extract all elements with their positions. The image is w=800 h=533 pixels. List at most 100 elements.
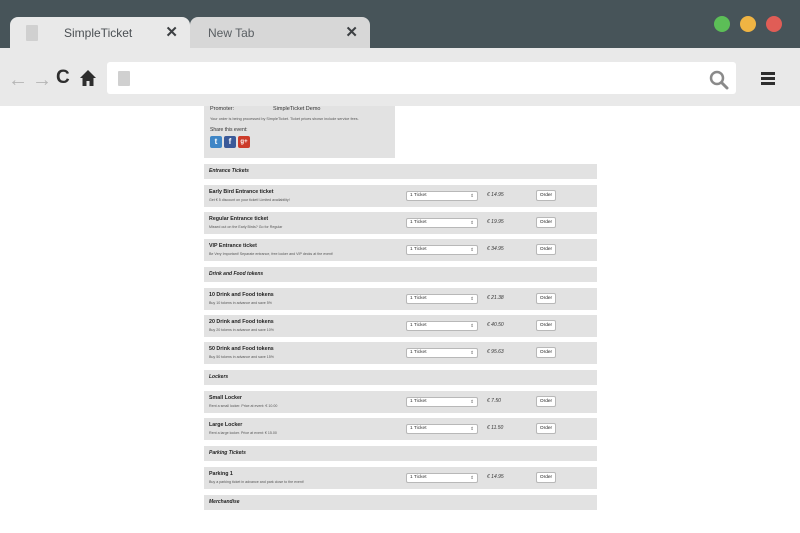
quantity-select[interactable]: 1 Ticket ⇕ (406, 245, 478, 255)
facebook-icon[interactable]: f (224, 136, 236, 148)
home-icon[interactable] (79, 69, 97, 87)
ticket-name: Large Locker (209, 422, 243, 428)
search-icon[interactable] (709, 70, 729, 90)
quantity-value: 1 Ticket (410, 350, 427, 355)
ticket-row: VIP Entrance ticket Be Very Important! Se… (204, 239, 597, 261)
ticket-description: Buy a parking ticket in advance and park… (209, 480, 304, 484)
quantity-select[interactable]: 1 Ticket ⇕ (406, 424, 478, 434)
ticket-price: € 19.95 (487, 219, 504, 225)
event-info-box: Promoter: SimpleTicket Demo Your order i… (204, 106, 395, 158)
select-arrows-icon: ⇕ (470, 426, 474, 431)
share-label: Share this event: (210, 127, 248, 133)
promoter-label: Promoter: (210, 106, 235, 112)
select-arrows-icon: ⇕ (470, 350, 474, 355)
quantity-value: 1 Ticket (410, 296, 427, 301)
quantity-select[interactable]: 1 Ticket ⇕ (406, 294, 478, 304)
quantity-value: 1 Ticket (410, 247, 427, 252)
document-icon (26, 25, 38, 41)
ticket-description: Rent a small locker. Price at event: € 1… (209, 404, 278, 408)
minimize-button[interactable] (740, 16, 756, 32)
order-button[interactable]: Order (536, 423, 556, 434)
tab-title: SimpleTicket (64, 26, 133, 40)
ticket-name: 50 Drink and Food tokens (209, 346, 274, 352)
quantity-select[interactable]: 1 Ticket ⇕ (406, 397, 478, 407)
quantity-value: 1 Ticket (410, 193, 427, 198)
quantity-value: 1 Ticket (410, 426, 427, 431)
ticket-price: € 21.38 (487, 295, 504, 301)
order-button[interactable]: Order (536, 244, 556, 255)
processing-note: Your order is being processed by SimpleT… (210, 117, 359, 121)
ticket-description: Buy 50 tokens in advance and save 15% (209, 355, 274, 359)
section-header: Entrance Tickets (204, 164, 597, 179)
tab-new-tab[interactable]: New Tab ✕ (190, 17, 370, 48)
tab-title: New Tab (208, 26, 255, 40)
section-header: Parking Tickets (204, 446, 597, 461)
ticket-description: Get € 5 discount on your ticket! Limited… (209, 198, 290, 202)
google-plus-icon[interactable]: g+ (238, 136, 250, 148)
ticket-row: Small Locker Rent a small locker. Price a… (204, 391, 597, 413)
ticket-price: € 7.50 (487, 398, 501, 404)
ticket-name: Small Locker (209, 395, 242, 401)
forward-button[interactable]: → (32, 70, 52, 90)
ticket-name: 10 Drink and Food tokens (209, 292, 274, 298)
address-bar[interactable] (107, 62, 736, 94)
ticket-price: € 11.50 (487, 425, 504, 431)
back-button[interactable]: ← (8, 70, 28, 90)
browser-window: SimpleTicket ✕ New Tab ✕ ← → C Promoter:… (0, 0, 800, 533)
twitter-icon[interactable]: t (210, 136, 222, 148)
order-button[interactable]: Order (536, 472, 556, 483)
select-arrows-icon: ⇕ (470, 399, 474, 404)
close-icon[interactable]: ✕ (345, 23, 358, 41)
order-button[interactable]: Order (536, 320, 556, 331)
ticket-row: 50 Drink and Food tokens Buy 50 tokens in… (204, 342, 597, 364)
quantity-select[interactable]: 1 Ticket ⇕ (406, 348, 478, 358)
close-icon[interactable]: ✕ (165, 23, 178, 41)
section-header: Merchandise (204, 495, 597, 510)
ticket-description: Missed out on the Early Birds? Go for Re… (209, 225, 283, 229)
close-window-button[interactable] (766, 16, 782, 32)
ticket-row: 10 Drink and Food tokens Buy 10 tokens in… (204, 288, 597, 310)
ticket-description: Buy 20 tokens in advance and save 10% (209, 328, 274, 332)
select-arrows-icon: ⇕ (470, 247, 474, 252)
ticket-name: Regular Entrance ticket (209, 216, 269, 222)
ticket-description: Rent a large locker. Price at event: € 1… (209, 431, 277, 435)
ticket-name: Parking 1 (209, 471, 233, 477)
ticket-row: Regular Entrance ticket Missed out on the… (204, 212, 597, 234)
order-button[interactable]: Order (536, 396, 556, 407)
reload-button[interactable]: C (56, 68, 70, 88)
quantity-value: 1 Ticket (410, 323, 427, 328)
page-content: Promoter: SimpleTicket Demo Your order i… (0, 106, 800, 533)
quantity-value: 1 Ticket (410, 399, 427, 404)
order-button[interactable]: Order (536, 190, 556, 201)
ticket-name: VIP Entrance ticket (209, 243, 257, 249)
ticket-price: € 40.50 (487, 322, 504, 328)
ticket-price: € 14.95 (487, 192, 504, 198)
quantity-value: 1 Ticket (410, 220, 427, 225)
tab-simpleticket[interactable]: SimpleTicket ✕ (10, 17, 190, 48)
order-button[interactable]: Order (536, 347, 556, 358)
menu-icon[interactable] (761, 72, 775, 85)
section-header: Lockers (204, 370, 597, 385)
ticket-row: Early Bird Entrance ticket Get € 5 discou… (204, 185, 597, 207)
select-arrows-icon: ⇕ (470, 323, 474, 328)
ticket-description: Buy 10 tokens in advance and save 5% (209, 301, 272, 305)
title-bar: SimpleTicket ✕ New Tab ✕ (0, 0, 800, 48)
maximize-button[interactable] (714, 16, 730, 32)
ticket-name: Early Bird Entrance ticket (209, 189, 274, 195)
section-header: Drink and Food tokens (204, 267, 597, 282)
select-arrows-icon: ⇕ (470, 475, 474, 480)
order-button[interactable]: Order (536, 293, 556, 304)
ticket-description: Be Very Important! Separate entrance, fr… (209, 252, 333, 256)
select-arrows-icon: ⇕ (470, 220, 474, 225)
promoter-value: SimpleTicket Demo (273, 106, 321, 112)
ticket-row: 20 Drink and Food tokens Buy 20 tokens in… (204, 315, 597, 337)
quantity-select[interactable]: 1 Ticket ⇕ (406, 191, 478, 201)
ticket-price: € 14.95 (487, 474, 504, 480)
ticket-row: Parking 1 Buy a parking ticket in advance… (204, 467, 597, 489)
order-button[interactable]: Order (536, 217, 556, 228)
quantity-select[interactable]: 1 Ticket ⇕ (406, 218, 478, 228)
quantity-select[interactable]: 1 Ticket ⇕ (406, 473, 478, 483)
quantity-value: 1 Ticket (410, 475, 427, 480)
quantity-select[interactable]: 1 Ticket ⇕ (406, 321, 478, 331)
page-icon (118, 71, 130, 86)
